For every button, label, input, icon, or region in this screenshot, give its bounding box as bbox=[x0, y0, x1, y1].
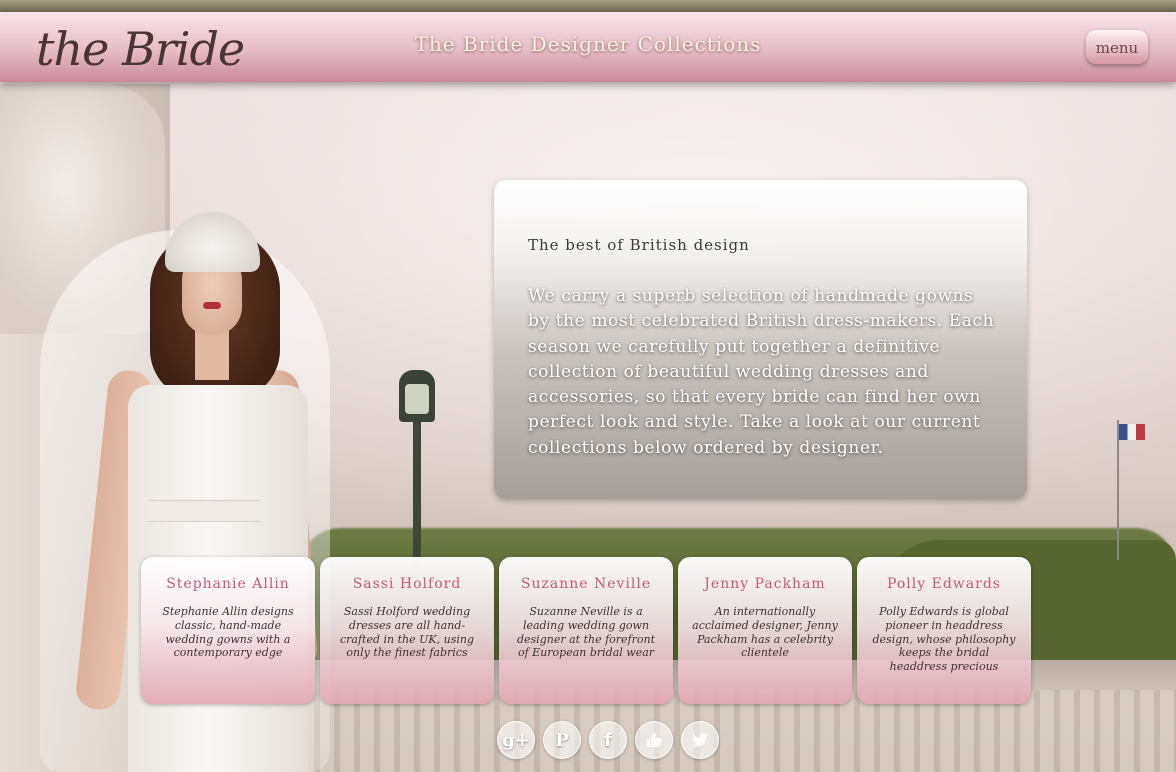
designer-name: Suzanne Neville bbox=[520, 576, 652, 592]
twitter-button[interactable] bbox=[681, 721, 719, 759]
designer-card-stephanie-allin[interactable]: Stephanie Allin Stephanie Allin designs … bbox=[141, 557, 315, 704]
facebook-icon: f bbox=[604, 729, 612, 751]
google-plus-icon: g+ bbox=[502, 729, 530, 751]
lamp-post bbox=[413, 420, 421, 570]
designer-description: Polly Edwards is global pioneer in headd… bbox=[872, 605, 1016, 674]
menu-button[interactable]: menu bbox=[1086, 30, 1148, 64]
facebook-button[interactable]: f bbox=[589, 721, 627, 759]
social-links: g+ P f bbox=[497, 721, 727, 759]
flag-pole bbox=[1117, 420, 1119, 560]
page-title: The Bride Designer Collections bbox=[414, 32, 762, 56]
designer-card-suzanne-neville[interactable]: Suzanne Neville Suzanne Neville is a lea… bbox=[499, 557, 673, 704]
bride-lips bbox=[203, 302, 221, 309]
intro-panel: The best of British design We carry a su… bbox=[494, 180, 1027, 499]
designer-name: Polly Edwards bbox=[887, 576, 1001, 592]
intro-text: We carry a superb selection of handmade … bbox=[528, 286, 995, 458]
bride-belt bbox=[148, 500, 260, 522]
google-plus-button[interactable]: g+ bbox=[497, 721, 535, 759]
pinterest-icon: P bbox=[555, 729, 569, 751]
designer-cards: Stephanie Allin Stephanie Allin designs … bbox=[141, 557, 1032, 705]
site-header: the Bride The Bride Designer Collections… bbox=[0, 12, 1176, 82]
designer-name: Stephanie Allin bbox=[166, 576, 290, 592]
french-flag bbox=[1119, 424, 1145, 440]
designer-name: Jenny Packham bbox=[704, 576, 826, 592]
like-button[interactable] bbox=[635, 721, 673, 759]
designer-description: Suzanne Neville is a leading wedding gow… bbox=[516, 605, 655, 660]
designer-card-jenny-packham[interactable]: Jenny Packham An internationally acclaim… bbox=[678, 557, 852, 704]
top-strip bbox=[0, 0, 1176, 12]
designer-description: An internationally acclaimed designer, J… bbox=[692, 605, 838, 660]
designer-name: Sassi Holford bbox=[352, 576, 462, 592]
lamp-glass bbox=[405, 384, 429, 414]
pinterest-button[interactable]: P bbox=[543, 721, 581, 759]
designer-description: Sassi Holford wedding dresses are all ha… bbox=[340, 605, 474, 660]
intro-heading: The best of British design bbox=[528, 236, 750, 254]
designer-card-sassi-holford[interactable]: Sassi Holford Sassi Holford wedding dres… bbox=[320, 557, 494, 704]
like-icon bbox=[647, 733, 662, 747]
designer-description: Stephanie Allin designs classic, hand-ma… bbox=[162, 605, 294, 660]
twitter-icon bbox=[692, 733, 708, 747]
designer-card-polly-edwards[interactable]: Polly Edwards Polly Edwards is global pi… bbox=[857, 557, 1031, 704]
